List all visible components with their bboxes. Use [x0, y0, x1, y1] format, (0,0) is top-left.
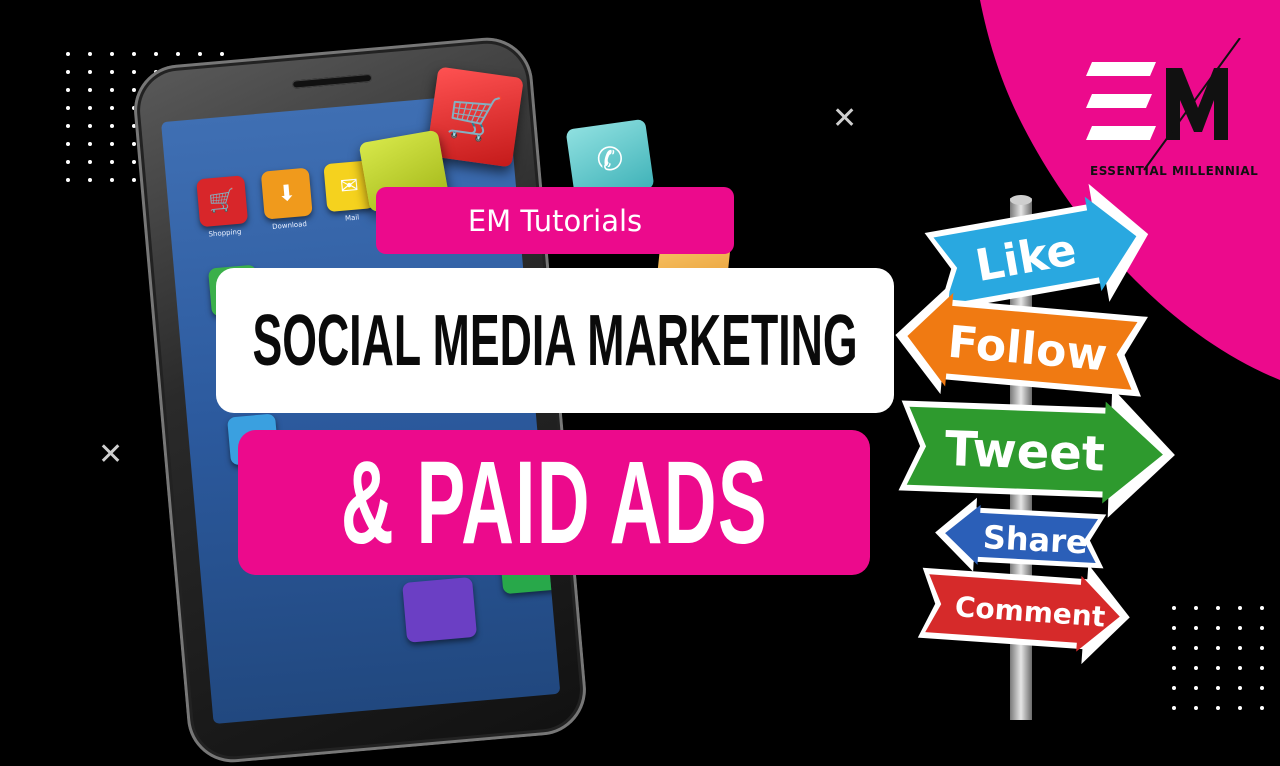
share-label: Share	[982, 518, 1089, 561]
social-signpost-illustration: Like Follow Tweet Share Comment	[895, 183, 1175, 720]
tweet-arrow-sign: Tweet	[898, 387, 1175, 518]
tweet-label: Tweet	[944, 421, 1106, 483]
